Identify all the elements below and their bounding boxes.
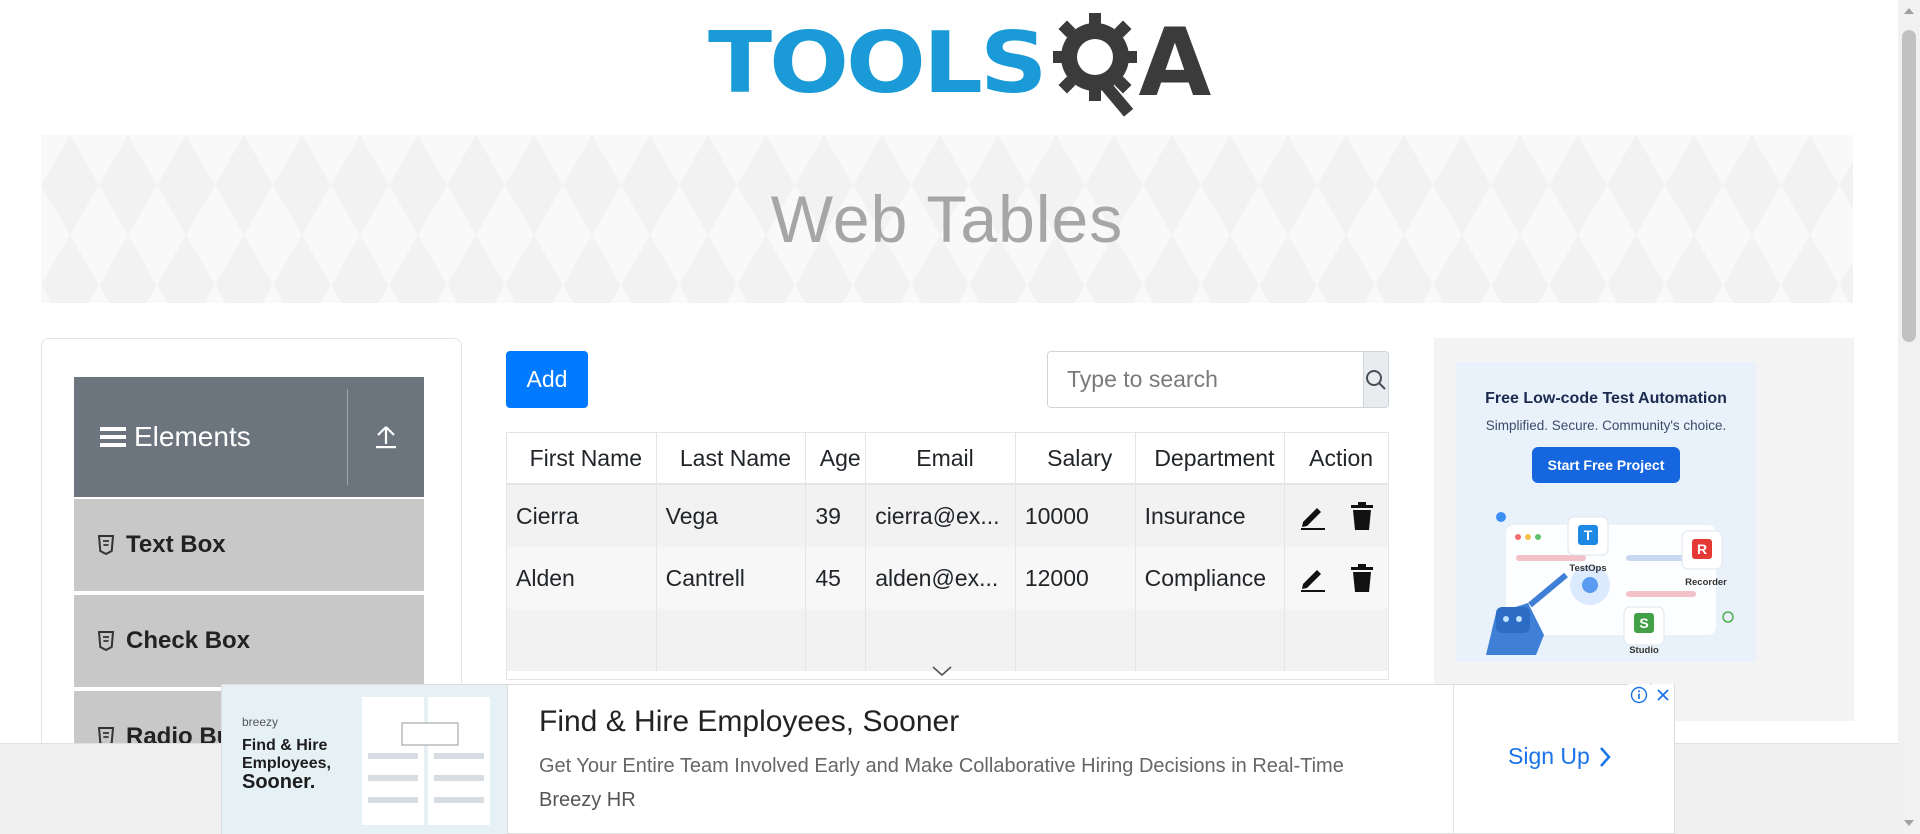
logo-tools-text: TOOLS — [708, 14, 1048, 113]
scroll-up-arrow-icon[interactable] — [1904, 8, 1914, 14]
ad-title: Free Low-code Test Automation — [1485, 390, 1727, 407]
collapse-button[interactable] — [348, 377, 424, 497]
upload-arrow-icon — [376, 426, 396, 449]
column-header[interactable]: Email — [866, 433, 1016, 483]
cell-first-name: Cierra — [507, 485, 657, 547]
toolsqa-logo[interactable]: TOOLS A — [708, 8, 1211, 120]
sidebar-item-check-box[interactable]: Check Box — [74, 593, 424, 687]
search-box — [1047, 351, 1389, 408]
studio-badge: S — [1639, 615, 1648, 631]
close-icon — [1657, 689, 1669, 701]
sidebar-group-elements[interactable]: Elements — [74, 377, 424, 497]
ad-brand: breezy — [242, 715, 279, 729]
add-button[interactable]: Add — [506, 351, 588, 408]
ad-controls — [1628, 684, 1674, 706]
chevron-down-icon[interactable] — [931, 664, 953, 678]
start-free-project-button[interactable]: Start Free Project — [1531, 447, 1681, 483]
logo-qa: A — [1049, 9, 1212, 119]
cell-email: alden@ex... — [866, 547, 1016, 609]
table-row: Cierra Vega 39 cierra@ex... 10000 Insura… — [507, 485, 1388, 547]
recorder-label: Recorder — [1685, 577, 1727, 588]
sign-up-link[interactable]: Sign Up — [1508, 743, 1612, 770]
hamburger-icon — [100, 427, 126, 447]
gear-magnifier-icon — [1052, 13, 1137, 117]
cell-action — [1285, 547, 1388, 609]
html5-icon — [98, 631, 114, 651]
scrollbar-thumb[interactable] — [1902, 30, 1916, 342]
ad-description: Get Your Entire Team Involved Early and … — [539, 755, 1344, 777]
cell-last-name: Cantrell — [657, 547, 807, 609]
cell-age: 45 — [806, 547, 867, 609]
ad-close-button[interactable] — [1652, 684, 1674, 706]
cell-salary: 12000 — [1016, 547, 1136, 609]
sidebar-item-label: Check Box — [126, 627, 251, 654]
column-header[interactable]: Age — [806, 433, 867, 483]
right-advertisement[interactable]: Free Low-code Test Automation Simplified… — [1434, 338, 1854, 721]
search-button[interactable] — [1363, 352, 1388, 407]
cell-email: cierra@ex... — [866, 485, 1016, 547]
sidebar-group-toggle[interactable]: Elements — [74, 389, 348, 485]
table-row: Alden Cantrell 45 alden@ex... 12000 Comp… — [507, 547, 1388, 609]
cell-last-name: Vega — [657, 485, 807, 547]
delete-trash-icon[interactable] — [1349, 564, 1375, 592]
html5-icon — [98, 535, 114, 555]
delete-trash-icon[interactable] — [1349, 502, 1375, 530]
ad-info-button[interactable] — [1628, 684, 1650, 706]
column-header[interactable]: First Name — [507, 433, 657, 483]
page-scrollbar[interactable] — [1898, 0, 1920, 834]
cell-department: Compliance — [1136, 547, 1286, 609]
table-row-empty — [507, 609, 1388, 671]
ad-subtitle: Simplified. Secure. Community's choice. — [1485, 418, 1727, 433]
ad-illustration: T TestOps R Recorder S Studio — [1486, 512, 1734, 655]
scroll-down-arrow-icon[interactable] — [1904, 820, 1914, 826]
ad-thumb-line: Sooner. — [242, 771, 316, 793]
ad-headline[interactable]: Find & Hire Employees, Sooner — [539, 705, 959, 739]
cell-department: Insurance — [1136, 485, 1286, 547]
ad-advertiser: Breezy HR — [539, 789, 636, 811]
search-icon — [1366, 369, 1386, 390]
testops-badge: T — [1584, 527, 1593, 543]
search-input[interactable] — [1048, 352, 1363, 407]
empty-cell — [1016, 609, 1136, 671]
sidebar-item-label: Text Box — [126, 531, 226, 558]
page-banner: Web Tables — [41, 135, 1853, 303]
ad-creative[interactable]: Free Low-code Test Automation Simplified… — [1456, 362, 1756, 662]
cell-age: 39 — [806, 485, 867, 547]
empty-cell — [1285, 609, 1388, 671]
web-table: First Name Last Name Age Email Salary De… — [506, 432, 1389, 680]
recorder-badge: R — [1697, 541, 1707, 557]
chevron-right-icon — [1599, 746, 1611, 767]
empty-cell — [866, 609, 1016, 671]
edit-pencil-icon[interactable] — [1299, 564, 1327, 592]
column-header[interactable]: Last Name — [657, 433, 807, 483]
cell-salary: 10000 — [1016, 485, 1136, 547]
sign-up-label: Sign Up — [1508, 743, 1590, 769]
empty-cell — [806, 609, 867, 671]
column-header[interactable]: Salary — [1016, 433, 1136, 483]
bottom-advertisement[interactable]: breezy Find & Hire Employees, Sooner. Fi… — [221, 684, 1675, 834]
ad-thumbnail[interactable]: breezy Find & Hire Employees, Sooner. — [222, 685, 508, 834]
page-title: Web Tables — [770, 182, 1124, 256]
studio-label: Studio — [1629, 645, 1659, 655]
empty-cell — [1136, 609, 1286, 671]
info-icon — [1630, 686, 1648, 704]
ad-divider — [1453, 685, 1454, 834]
table-header-row: First Name Last Name Age Email Salary De… — [507, 433, 1388, 485]
edit-pencil-icon[interactable] — [1299, 502, 1327, 530]
cell-action — [1285, 485, 1388, 547]
empty-cell — [507, 609, 657, 671]
column-header[interactable]: Action — [1285, 433, 1388, 483]
empty-cell — [657, 609, 807, 671]
ad-thumb-line: Find & Hire — [242, 737, 328, 754]
testops-label: TestOps — [1569, 563, 1606, 574]
sidebar-group-label: Elements — [134, 421, 251, 452]
ad-thumb-graphic — [362, 697, 490, 825]
column-header[interactable]: Department — [1136, 433, 1286, 483]
sidebar-item-text-box[interactable]: Text Box — [74, 497, 424, 591]
cell-first-name: Alden — [507, 547, 657, 609]
logo-a-text: A — [1138, 9, 1212, 118]
ad-thumb-tagline: Find & Hire Employees, Sooner. — [242, 737, 331, 793]
